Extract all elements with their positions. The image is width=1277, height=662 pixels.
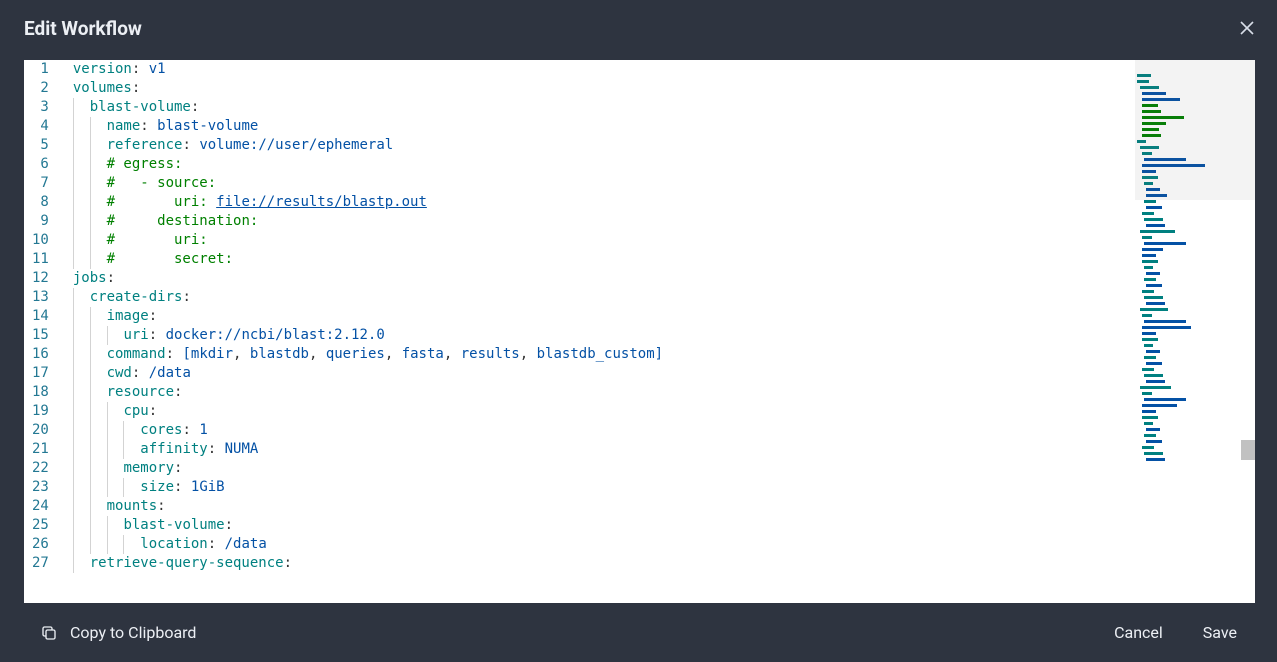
copy-label: Copy to Clipboard xyxy=(70,623,196,642)
code-line[interactable]: image: xyxy=(73,307,1135,326)
line-number: 12 xyxy=(32,269,55,288)
code-line[interactable]: blast-volume: xyxy=(73,516,1135,535)
line-number: 22 xyxy=(32,459,55,478)
line-number: 13 xyxy=(32,288,55,307)
code-line[interactable]: cores: 1 xyxy=(73,421,1135,440)
copy-icon xyxy=(40,624,58,642)
code-line[interactable]: version: v1 xyxy=(73,60,1135,79)
code-line[interactable]: # uri: xyxy=(73,231,1135,250)
code-line[interactable]: create-dirs: xyxy=(73,288,1135,307)
line-number: 16 xyxy=(32,345,55,364)
code-line[interactable]: # egress: xyxy=(73,155,1135,174)
line-number: 21 xyxy=(32,440,55,459)
line-number: 15 xyxy=(32,326,55,345)
minimap-viewport[interactable] xyxy=(1135,60,1255,200)
code-line[interactable]: blast-volume: xyxy=(73,98,1135,117)
code-line[interactable]: resource: xyxy=(73,383,1135,402)
line-number: 24 xyxy=(32,497,55,516)
line-number: 4 xyxy=(32,117,55,136)
line-number: 17 xyxy=(32,364,55,383)
line-number: 3 xyxy=(32,98,55,117)
line-number: 26 xyxy=(32,535,55,554)
copy-to-clipboard-button[interactable]: Copy to Clipboard xyxy=(40,623,196,642)
line-number: 14 xyxy=(32,307,55,326)
line-number: 23 xyxy=(32,478,55,497)
line-number: 6 xyxy=(32,155,55,174)
code-line[interactable]: command: [mkdir, blastdb, queries, fasta… xyxy=(73,345,1135,364)
footer-actions: Cancel Save xyxy=(1114,623,1237,642)
close-icon xyxy=(1239,20,1255,36)
cancel-button[interactable]: Cancel xyxy=(1114,623,1163,642)
save-button[interactable]: Save xyxy=(1203,623,1237,642)
code-line[interactable]: affinity: NUMA xyxy=(73,440,1135,459)
code-line[interactable]: # destination: xyxy=(73,212,1135,231)
modal-header: Edit Workflow xyxy=(24,0,1277,60)
code-line[interactable]: cpu: xyxy=(73,402,1135,421)
line-number: 1 xyxy=(32,60,55,79)
code-line[interactable]: # uri: file://results/blastp.out xyxy=(73,193,1135,212)
code-line[interactable]: # - source: xyxy=(73,174,1135,193)
code-line[interactable]: name: blast-volume xyxy=(73,117,1135,136)
modal-footer: Copy to Clipboard Cancel Save xyxy=(24,603,1277,662)
close-button[interactable] xyxy=(1233,14,1261,42)
line-number: 5 xyxy=(32,136,55,155)
line-number: 9 xyxy=(32,212,55,231)
code-line[interactable]: memory: xyxy=(73,459,1135,478)
code-line[interactable]: volumes: xyxy=(73,79,1135,98)
editor-minimap[interactable] xyxy=(1135,60,1255,603)
code-line[interactable]: reference: volume://user/ephemeral xyxy=(73,136,1135,155)
code-editor[interactable]: 1234567891011121314151617181920212223242… xyxy=(24,60,1255,603)
code-line[interactable]: # secret: xyxy=(73,250,1135,269)
line-number: 8 xyxy=(32,193,55,212)
minimap-scrollbar-thumb[interactable] xyxy=(1241,440,1255,460)
code-line[interactable]: size: 1GiB xyxy=(73,478,1135,497)
code-line[interactable]: uri: docker://ncbi/blast:2.12.0 xyxy=(73,326,1135,345)
line-number: 18 xyxy=(32,383,55,402)
line-number: 10 xyxy=(32,231,55,250)
line-number: 25 xyxy=(32,516,55,535)
line-number: 7 xyxy=(32,174,55,193)
code-content[interactable]: version: v1volumes: blast-volume: name: … xyxy=(73,60,1135,603)
line-number-gutter: 1234567891011121314151617181920212223242… xyxy=(24,60,73,603)
modal-title: Edit Workflow xyxy=(24,17,142,40)
line-number: 2 xyxy=(32,79,55,98)
line-number: 11 xyxy=(32,250,55,269)
edit-workflow-modal: Edit Workflow 12345678910111213141516171… xyxy=(24,0,1277,662)
code-line[interactable]: mounts: xyxy=(73,497,1135,516)
line-number: 20 xyxy=(32,421,55,440)
line-number: 27 xyxy=(32,554,55,573)
code-line[interactable]: retrieve-query-sequence: xyxy=(73,554,1135,573)
code-line[interactable]: cwd: /data xyxy=(73,364,1135,383)
code-line[interactable]: location: /data xyxy=(73,535,1135,554)
code-line[interactable]: jobs: xyxy=(73,269,1135,288)
line-number: 19 xyxy=(32,402,55,421)
